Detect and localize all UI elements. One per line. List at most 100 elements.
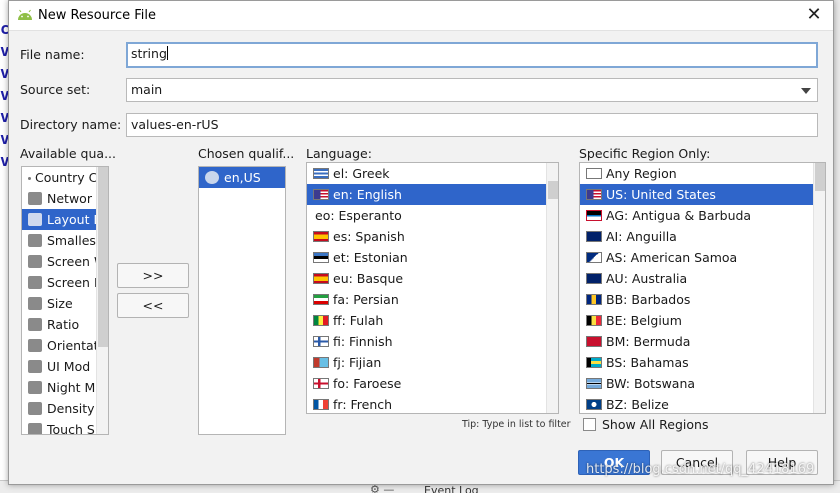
list-item-label: fr: French [333,397,393,412]
add-qualifier-button[interactable]: >> [117,263,189,288]
scrollbar-thumb[interactable] [815,163,825,191]
list-item-label: fo: Faroese [333,376,402,391]
list-item-label: Layout D [47,212,104,227]
dot-icon [28,177,31,180]
globe-icon [205,171,219,184]
smallest-width-icon [28,234,42,247]
close-icon[interactable]: ✕ [803,3,825,27]
list-item-label: en: English [333,187,402,202]
region-list[interactable]: Any Region US: United States AG: Antigua &… [579,162,826,414]
source-set-select[interactable]: main [126,78,818,102]
list-item[interactable]: eu: Basque [307,268,558,289]
flag-none-icon [586,168,602,179]
list-item-label: fa: Persian [333,292,399,307]
list-item-label: BB: Barbados [606,292,691,307]
list-item-label: AU: Australia [606,271,688,286]
available-qualifiers-header: Available qua... [20,146,116,161]
list-item-label: fj: Fijian [333,355,382,370]
list-item[interactable]: BB: Barbados [580,289,825,310]
list-item-label: US: United States [606,187,716,202]
screen-height-icon [28,276,42,289]
list-item-label: Country Co [35,170,106,185]
flag-fr-icon [313,399,329,410]
list-item-label: Smallest [47,233,101,248]
list-item[interactable]: AI: Anguilla [580,226,825,247]
list-item[interactable]: el: Greek [307,163,558,184]
list-item[interactable]: BM: Bermuda [580,331,825,352]
show-all-regions-checkbox[interactable] [583,418,596,431]
list-item-label: fi: Finnish [333,334,393,349]
chosen-qualifiers-header: Chosen qualif... [198,146,295,161]
list-item-label: eu: Basque [333,271,404,286]
list-item-label: eo: Esperanto [315,208,402,223]
list-item[interactable]: fa: Persian [307,289,558,310]
flag-bs-icon [586,357,602,368]
flag-ee-icon [313,252,329,263]
language-list[interactable]: el: Greek en: English eo: Esperanto es: Spa… [306,162,559,414]
vertical-scrollbar[interactable] [813,163,825,413]
list-item[interactable]: es: Spanish [307,226,558,247]
flag-us-icon [586,189,602,200]
flag-bm-icon [586,336,602,347]
ratio-icon [28,318,42,331]
list-item-label: BE: Belgium [606,313,682,328]
touch-screen-icon [28,423,42,434]
chevron-down-icon [801,88,811,94]
list-item[interactable]: AS: American Samoa [580,247,825,268]
list-item-label: AS: American Samoa [606,250,738,265]
orientation-icon [28,339,42,352]
list-item-label: Any Region [606,166,677,181]
list-item[interactable]: BS: Bahamas [580,352,825,373]
list-item[interactable]: BE: Belgium [580,310,825,331]
file-name-input[interactable]: string [126,42,818,68]
event-log-label[interactable]: Event Log [424,484,479,493]
remove-qualifier-button[interactable]: << [117,293,189,318]
list-item-label: AG: Antigua & Barbuda [606,208,752,223]
list-item[interactable]: BZ: Belize [580,394,825,413]
list-item-label: Screen H [47,275,104,290]
list-item[interactable]: en: English [307,184,558,205]
show-all-regions-label[interactable]: Show All Regions [602,417,708,432]
flag-us-icon [313,189,329,200]
flag-sn-icon [313,315,329,326]
directory-name-input[interactable]: values-en-rUS [126,113,818,137]
list-item[interactable]: US: United States [580,184,825,205]
list-item[interactable]: BW: Botswana [580,373,825,394]
vertical-scrollbar[interactable] [546,163,558,413]
list-item-label: AI: Anguilla [606,229,677,244]
list-item[interactable]: fj: Fijian [307,352,558,373]
flag-be-icon [586,315,602,326]
night-mode-icon [28,381,42,394]
text-caret [166,46,168,60]
list-item[interactable]: Any Region [580,163,825,184]
language-header: Language: [306,146,372,161]
chosen-qualifiers-list[interactable]: en,US [198,166,286,435]
scrollbar-thumb[interactable] [98,167,108,347]
density-icon [28,402,42,415]
flag-bw-icon [586,378,602,389]
list-item[interactable]: fi: Finnish [307,331,558,352]
list-item[interactable]: fo: Faroese [307,373,558,394]
directory-name-label: Directory name: [20,117,122,132]
title-bar: New Resource File ✕ [9,1,833,31]
list-item[interactable]: ff: Fulah [307,310,558,331]
list-item[interactable]: en,US [199,167,285,188]
vertical-scrollbar[interactable] [96,167,108,434]
scrollbar-thumb[interactable] [548,181,558,199]
flag-ai-icon [586,231,602,242]
list-item-label: en,US [224,170,261,185]
size-icon [28,297,42,310]
list-item[interactable]: AG: Antigua & Barbuda [580,205,825,226]
list-item[interactable]: et: Estonian [307,247,558,268]
list-item-label: Size [47,296,73,311]
list-item-label: BS: Bahamas [606,355,689,370]
list-item[interactable]: fr: French [307,394,558,413]
list-item[interactable]: eo: Esperanto [307,205,558,226]
list-item[interactable]: AU: Australia [580,268,825,289]
list-item-label: et: Estonian [333,250,408,265]
flag-ag-icon [586,210,602,221]
list-item-label: Night M [47,380,96,395]
list-item-label: ff: Fulah [333,313,384,328]
android-icon [18,9,32,20]
available-qualifiers-list[interactable]: Country Co Networ Layout D Smallest Screen W… [21,166,109,435]
